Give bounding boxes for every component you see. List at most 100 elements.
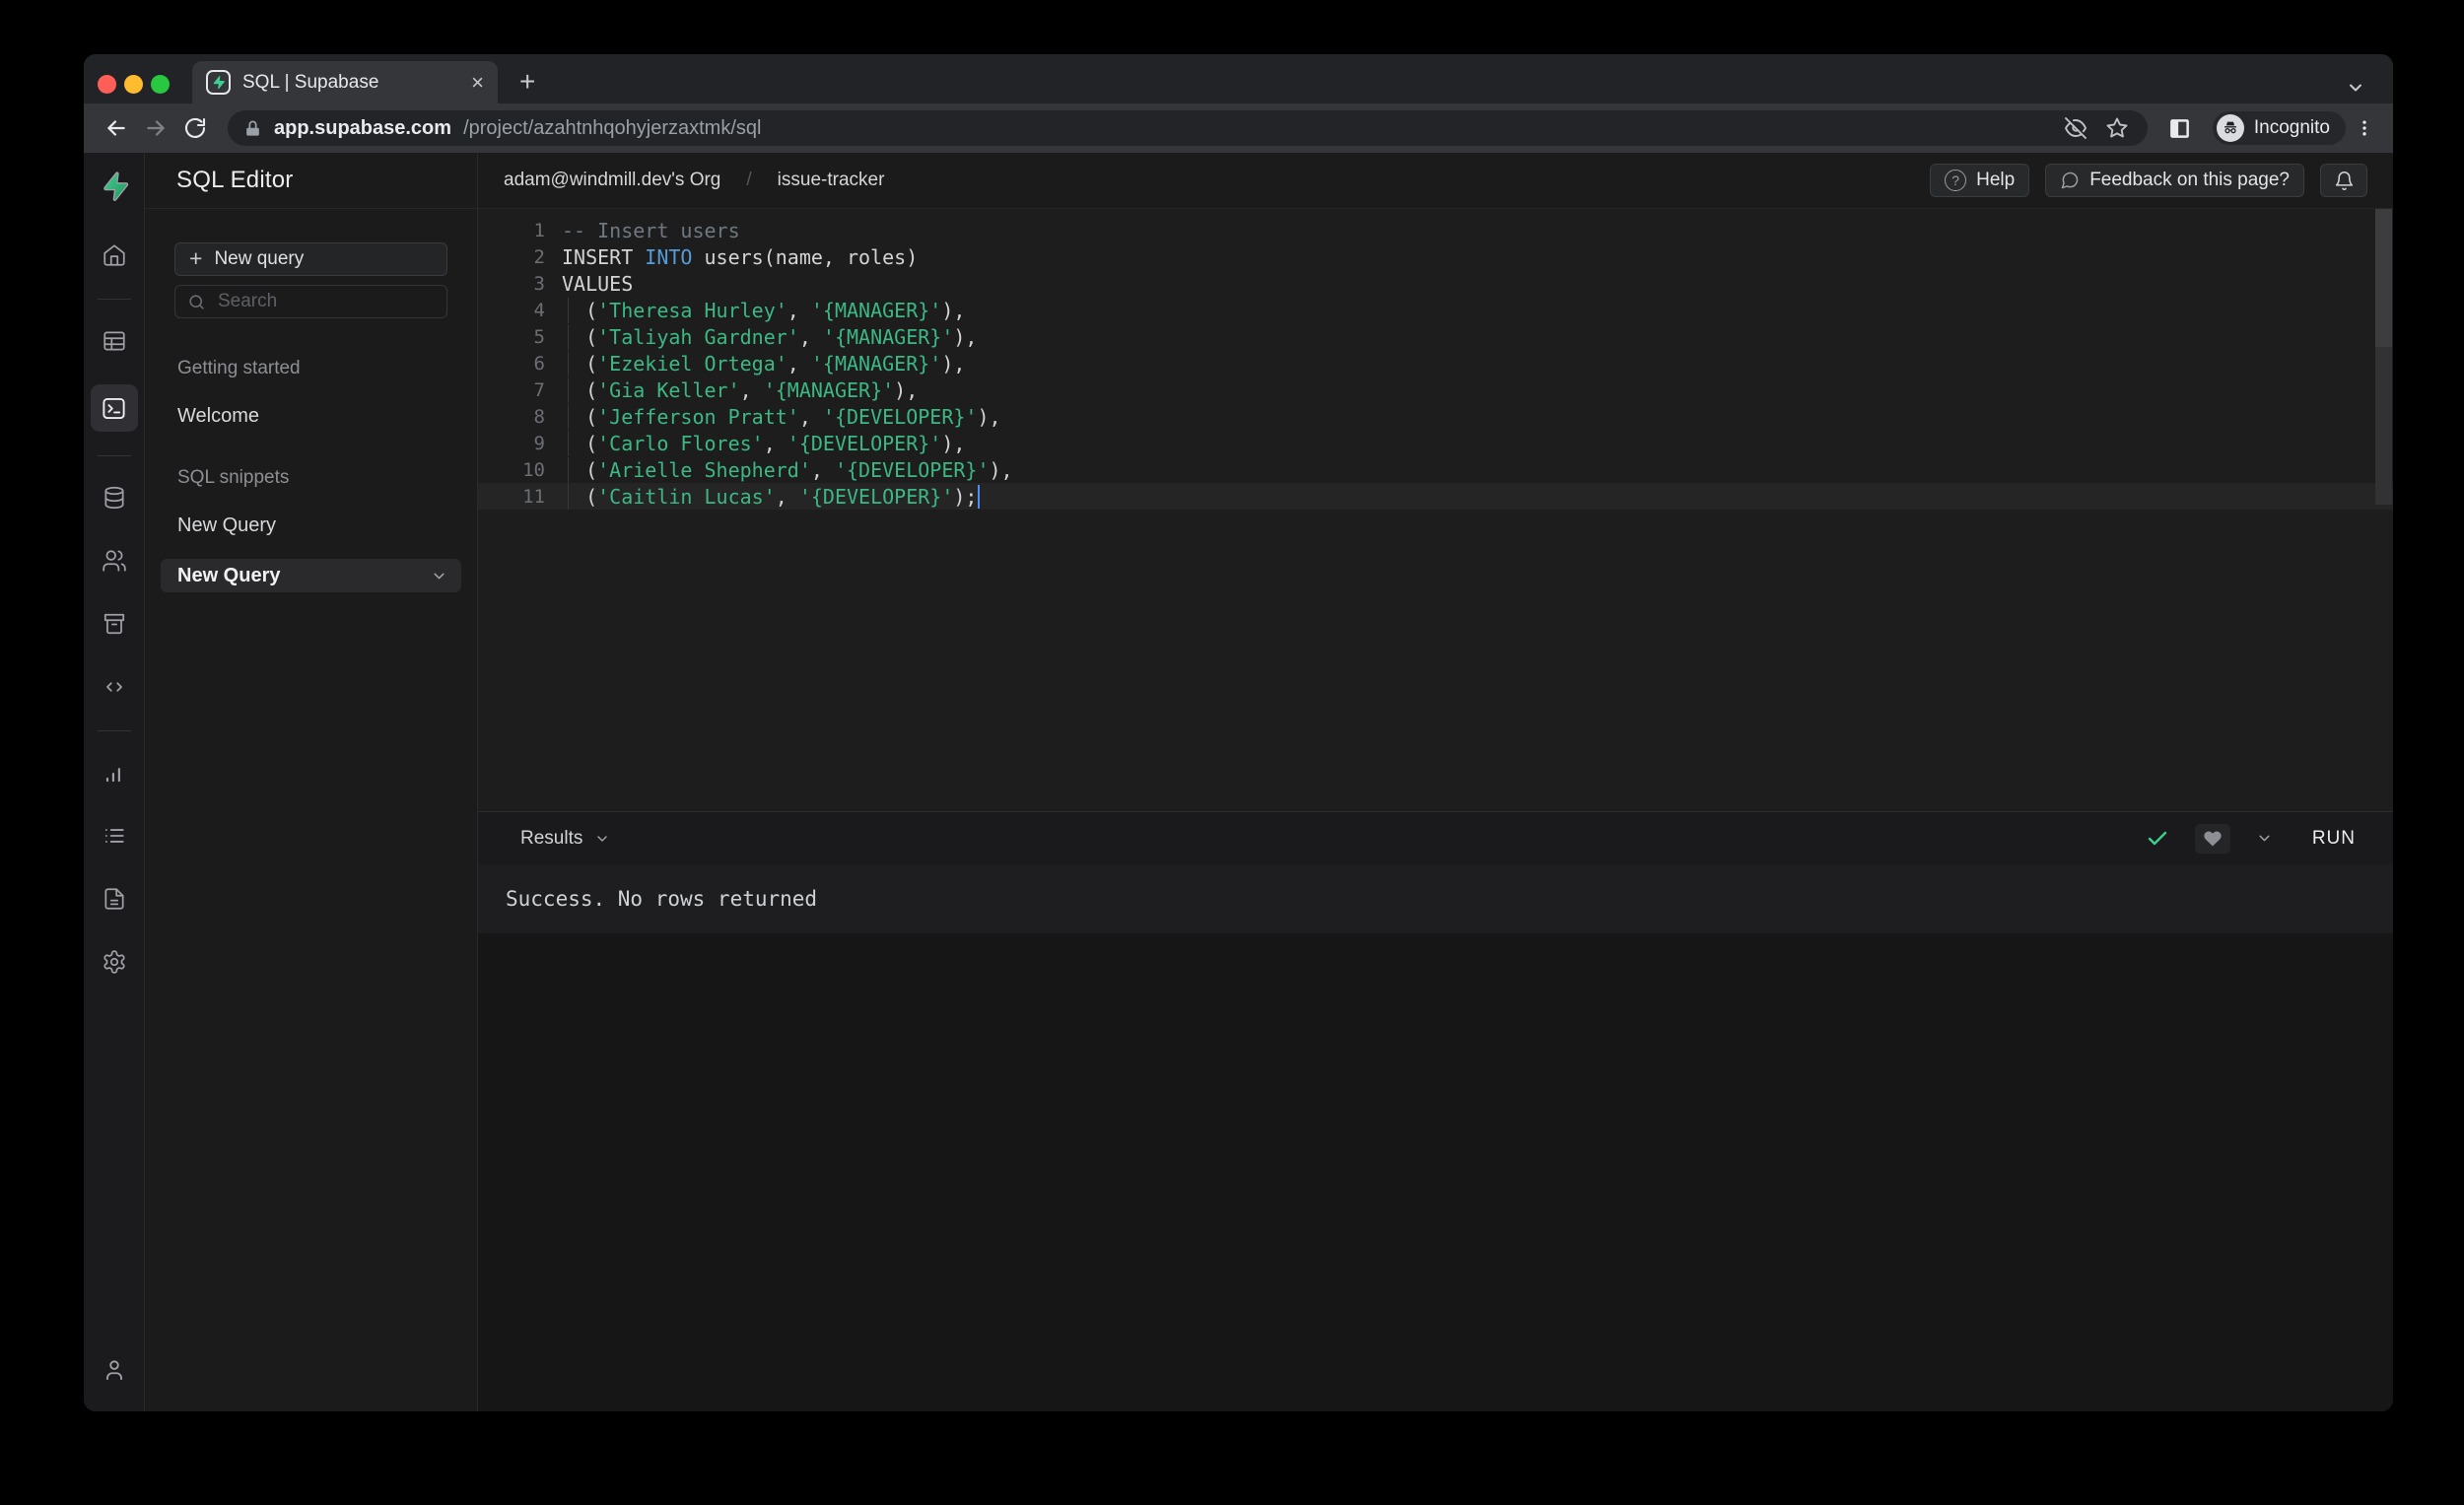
results-chevron-down-icon[interactable] xyxy=(594,831,610,847)
incognito-label: Incognito xyxy=(2253,117,2330,138)
sql-editor-icon[interactable] xyxy=(90,384,138,432)
code-line-6[interactable]: 6 ('Ezekiel Ortega', '{MANAGER}'), xyxy=(478,350,2393,376)
run-options-chevron-icon[interactable] xyxy=(2256,830,2273,847)
storage-icon[interactable] xyxy=(95,604,134,644)
code-line-9[interactable]: 9 ('Carlo Flores', '{DEVELOPER}'), xyxy=(478,430,2393,456)
code-line-7[interactable]: 7 ('Gia Keller', '{MANAGER}'), xyxy=(478,376,2393,403)
incognito-icon xyxy=(2216,114,2244,142)
account-icon[interactable] xyxy=(95,1350,134,1390)
tab-title: SQL | Supabase xyxy=(242,71,379,93)
main-area: adam@windmill.dev's Org / issue-tracker … xyxy=(478,153,2393,1411)
breadcrumb-project[interactable]: issue-tracker xyxy=(778,170,885,191)
sql-editor-canvas[interactable]: 1 -- Insert users 2 INSERT INTO users(name,… xyxy=(478,209,2393,811)
sidebar-item-new-query-2-selected[interactable]: New Query xyxy=(161,559,461,592)
minimize-window-button[interactable] xyxy=(124,75,143,94)
notifications-button[interactable] xyxy=(2320,164,2367,197)
line-number: 10 xyxy=(522,458,545,481)
code-line-2[interactable]: 2 INSERT INTO users(name, roles) xyxy=(478,243,2393,270)
breadcrumb-org[interactable]: adam@windmill.dev's Org xyxy=(504,170,720,191)
main-header: adam@windmill.dev's Org / issue-tracker … xyxy=(478,153,2393,209)
code-line-5[interactable]: 5 ('Taliyah Gardner', '{MANAGER}'), xyxy=(478,323,2393,350)
code-line-11[interactable]: 11 ('Caitlin Lucas', '{DEVELOPER}'); xyxy=(478,483,2393,510)
browser-menu-icon[interactable] xyxy=(2352,111,2377,145)
new-tab-button[interactable]: + xyxy=(519,68,535,96)
snippet-search[interactable] xyxy=(174,285,447,318)
help-icon: ? xyxy=(1945,170,1967,191)
chevron-down-icon[interactable] xyxy=(431,568,447,584)
code-line-4[interactable]: 4 ('Theresa Hurley', '{MANAGER}'), xyxy=(478,297,2393,323)
zoom-window-button[interactable] xyxy=(151,75,170,94)
url-path: /project/azahtnhqohyjerzaxtmk/sql xyxy=(463,116,762,139)
code-line-10[interactable]: 10 ('Arielle Shepherd', '{DEVELOPER}'), xyxy=(478,456,2393,483)
page-title: SQL Editor xyxy=(176,167,294,193)
snippets-panel: SQL Editor + New query Getting started xyxy=(145,153,478,1411)
reload-icon[interactable] xyxy=(178,111,212,145)
results-message: Success. No rows returned xyxy=(506,887,818,911)
sidebar-rail xyxy=(84,153,145,1411)
scrollbar-thumb[interactable] xyxy=(2375,209,2392,347)
breadcrumb: adam@windmill.dev's Org / issue-tracker xyxy=(504,170,1930,191)
code-lines: 1 -- Insert users 2 INSERT INTO users(name,… xyxy=(478,217,2393,510)
search-input[interactable] xyxy=(216,290,435,313)
breadcrumb-separator: / xyxy=(746,170,752,190)
api-docs-icon[interactable] xyxy=(95,879,134,919)
browser-tab-active[interactable]: SQL | Supabase × xyxy=(192,61,498,103)
sidebar-item-new-query-1[interactable]: New Query xyxy=(177,514,445,537)
results-empty-area xyxy=(478,933,2393,1411)
app-content: SQL Editor + New query Getting started xyxy=(84,153,2393,1411)
header-actions: ? Help Feedback on this page? xyxy=(1930,164,2367,197)
sidebar-item-welcome[interactable]: Welcome xyxy=(177,405,445,428)
tab-search-chevron-icon[interactable] xyxy=(2346,78,2365,98)
close-tab-icon[interactable]: × xyxy=(471,71,484,94)
lock-icon xyxy=(243,119,262,138)
snippets-panel-header: SQL Editor xyxy=(145,153,477,209)
window-controls xyxy=(98,75,170,94)
url-host: app.supabase.com xyxy=(274,116,452,139)
run-button[interactable]: RUN xyxy=(2312,828,2356,850)
code-line-3[interactable]: 3 VALUES xyxy=(478,270,2393,297)
logs-icon[interactable] xyxy=(95,816,134,855)
back-icon[interactable] xyxy=(100,111,133,145)
settings-icon[interactable] xyxy=(95,942,134,982)
table-editor-icon[interactable] xyxy=(95,321,134,361)
feedback-button[interactable]: Feedback on this page? xyxy=(2045,164,2304,197)
rail-divider xyxy=(97,455,131,456)
chat-bubble-icon xyxy=(2060,171,2080,190)
line-number: 3 xyxy=(533,272,545,295)
side-panel-icon[interactable] xyxy=(2163,111,2197,145)
section-label-sql-snippets: SQL snippets xyxy=(177,467,290,488)
screen: SQL | Supabase × + app.supabase.com /pro… xyxy=(0,0,2464,1505)
edge-functions-icon[interactable] xyxy=(95,667,134,707)
section-label-getting-started: Getting started xyxy=(177,358,301,378)
bell-icon xyxy=(2334,171,2355,191)
database-icon[interactable] xyxy=(95,478,134,517)
new-query-button[interactable]: + New query xyxy=(174,242,447,276)
line-number: 8 xyxy=(533,405,545,428)
code-line-8[interactable]: 8 ('Jefferson Pratt', '{DEVELOPER}'), xyxy=(478,403,2393,430)
home-icon[interactable] xyxy=(95,236,134,275)
line-number: 11 xyxy=(522,485,545,508)
editor-scrollbar[interactable] xyxy=(2375,209,2392,811)
help-button[interactable]: ? Help xyxy=(1930,164,2030,197)
forward-icon[interactable] xyxy=(139,111,172,145)
success-check-icon xyxy=(2146,827,2169,851)
code-line-1[interactable]: 1 -- Insert users xyxy=(478,217,2393,243)
results-toolbar: Results RUN xyxy=(478,811,2393,864)
line-number: 2 xyxy=(533,245,545,268)
reports-icon[interactable] xyxy=(95,753,134,792)
results-message-row: Success. No rows returned xyxy=(478,864,2393,933)
plus-icon: + xyxy=(189,244,203,271)
line-number: 6 xyxy=(533,352,545,375)
rail-divider xyxy=(97,299,131,300)
incognito-badge[interactable]: Incognito xyxy=(2212,111,2346,145)
address-bar[interactable]: app.supabase.com /project/azahtnhqohyjer… xyxy=(228,110,2148,146)
eye-off-icon[interactable] xyxy=(2061,111,2090,145)
text-cursor xyxy=(978,484,981,509)
close-window-button[interactable] xyxy=(98,75,116,94)
supabase-logo[interactable] xyxy=(95,167,134,206)
results-dropdown-label[interactable]: Results xyxy=(520,828,582,850)
favorite-button[interactable] xyxy=(2194,823,2230,854)
bookmark-star-icon[interactable] xyxy=(2102,111,2132,145)
browser-toolbar: app.supabase.com /project/azahtnhqohyjer… xyxy=(84,103,2393,153)
authentication-icon[interactable] xyxy=(95,541,134,581)
